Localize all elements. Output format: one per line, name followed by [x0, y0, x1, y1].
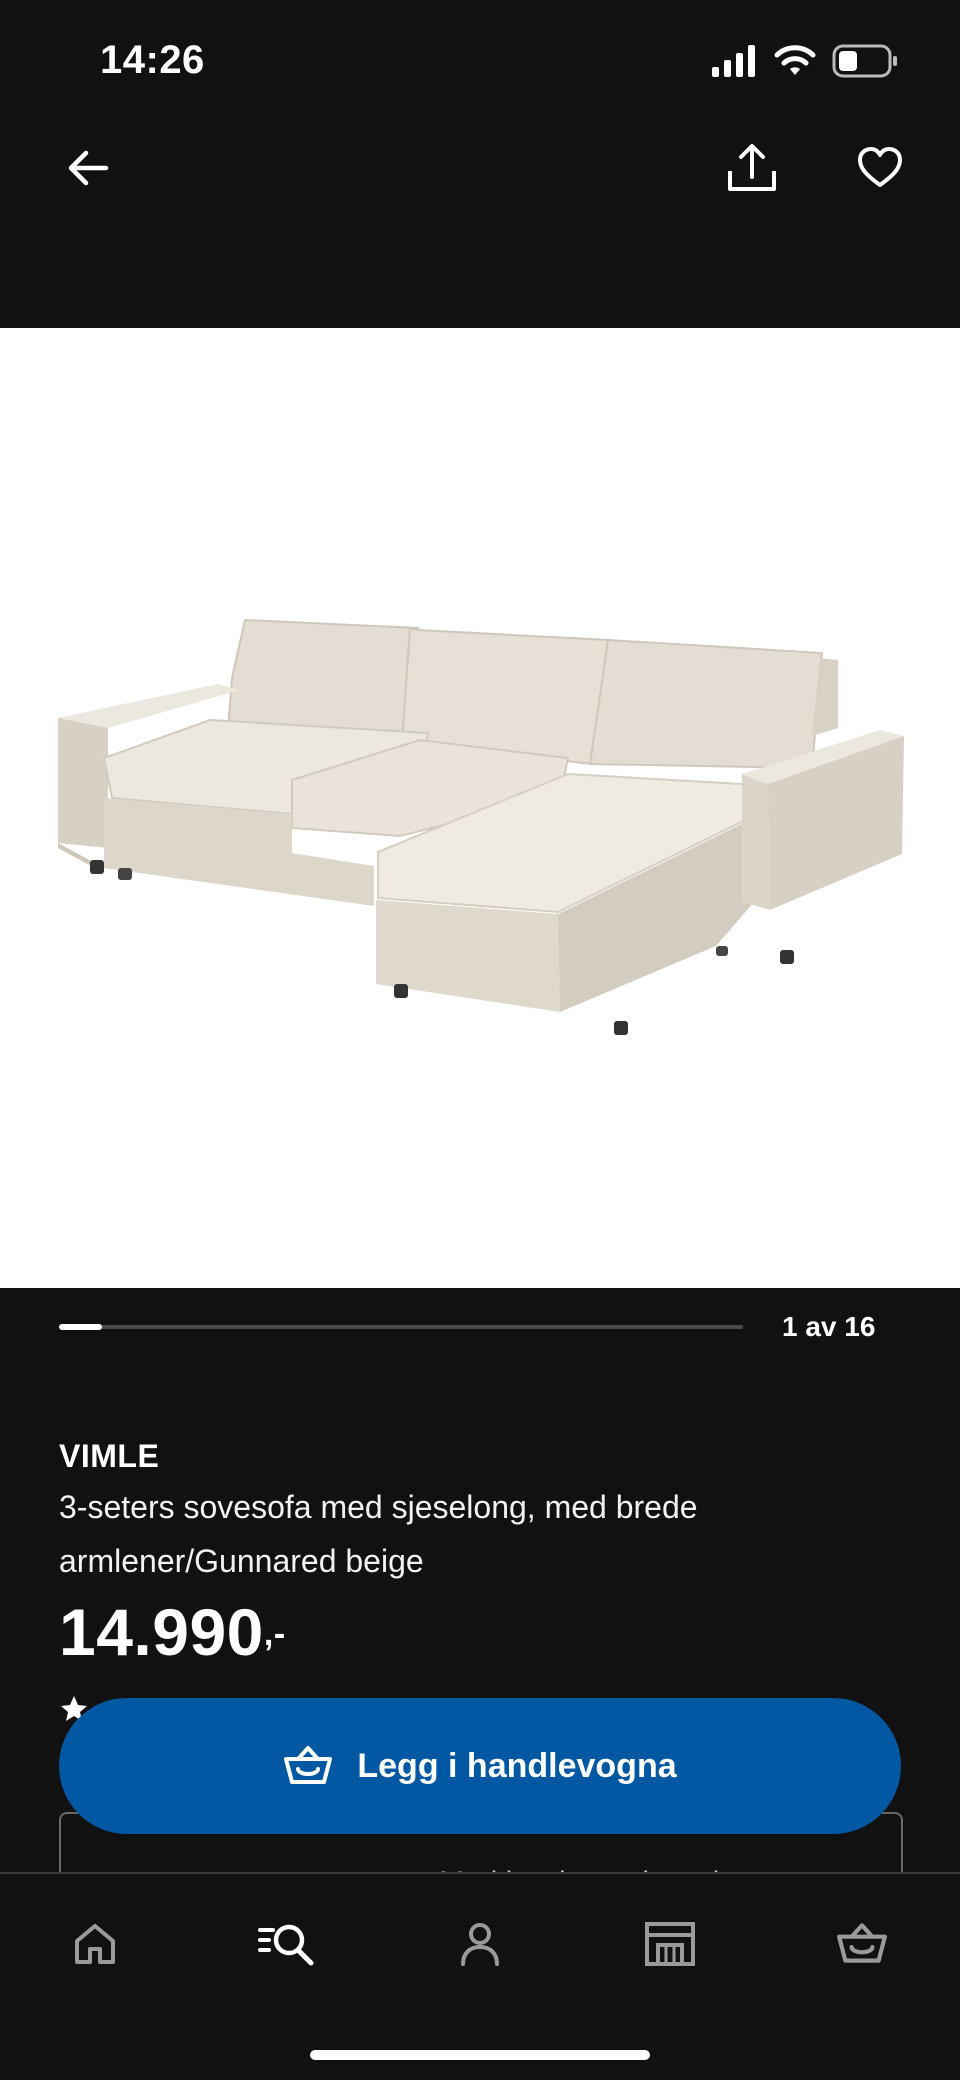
nav-search[interactable]	[247, 1904, 327, 1984]
basket-icon	[837, 1923, 887, 1963]
add-to-cart-label: Legg i handlevogna	[357, 1746, 677, 1785]
nav-profile[interactable]	[440, 1904, 520, 1984]
gallery-progress-track	[59, 1324, 743, 1330]
heart-icon	[858, 147, 902, 187]
arrow-left-icon	[68, 150, 109, 186]
signal-icon	[712, 45, 755, 77]
store-icon	[645, 1922, 695, 1966]
product-description-line2: armlener/Gunnared beige	[59, 1543, 424, 1579]
gallery-progress-fill	[59, 1324, 102, 1330]
share-button[interactable]	[712, 128, 792, 208]
top-navigation	[0, 120, 960, 328]
home-indicator[interactable]	[310, 2050, 650, 2060]
status-time: 14:26	[100, 38, 205, 82]
back-button[interactable]	[48, 128, 128, 208]
price-value: 14.990	[59, 1595, 264, 1669]
product-info: VIMLE 3-seters sovesofa med sjeselong, m…	[59, 1432, 919, 1668]
bottom-navigation	[0, 1872, 960, 2080]
profile-icon	[461, 1923, 499, 1966]
basket-icon	[284, 1746, 333, 1784]
add-to-cart-button[interactable]: Legg i handlevogna	[59, 1698, 901, 1834]
status-bar: 14:26	[0, 0, 960, 120]
nav-cart[interactable]	[822, 1904, 902, 1984]
nav-store[interactable]	[630, 1904, 710, 1984]
search-icon	[258, 1924, 314, 1966]
gallery-counter: 1 av 16	[782, 1311, 876, 1342]
favorite-button[interactable]	[840, 128, 920, 208]
battery-icon	[832, 44, 897, 78]
wifi-icon	[774, 45, 816, 75]
share-icon	[728, 144, 776, 191]
product-price: 14.990,-	[59, 1596, 919, 1668]
status-icons	[712, 44, 898, 78]
home-icon	[75, 1924, 115, 1964]
product-description-line1: 3-seters sovesofa med sjeselong, med bre…	[59, 1489, 698, 1525]
nav-home[interactable]	[55, 1904, 135, 1984]
product-image-gallery[interactable]	[0, 328, 960, 1288]
gallery-progress: 1 av 16	[0, 1288, 960, 1368]
product-brand: VIMLE	[59, 1438, 160, 1474]
price-suffix: ,-	[263, 1615, 286, 1653]
product-image	[58, 618, 904, 1035]
